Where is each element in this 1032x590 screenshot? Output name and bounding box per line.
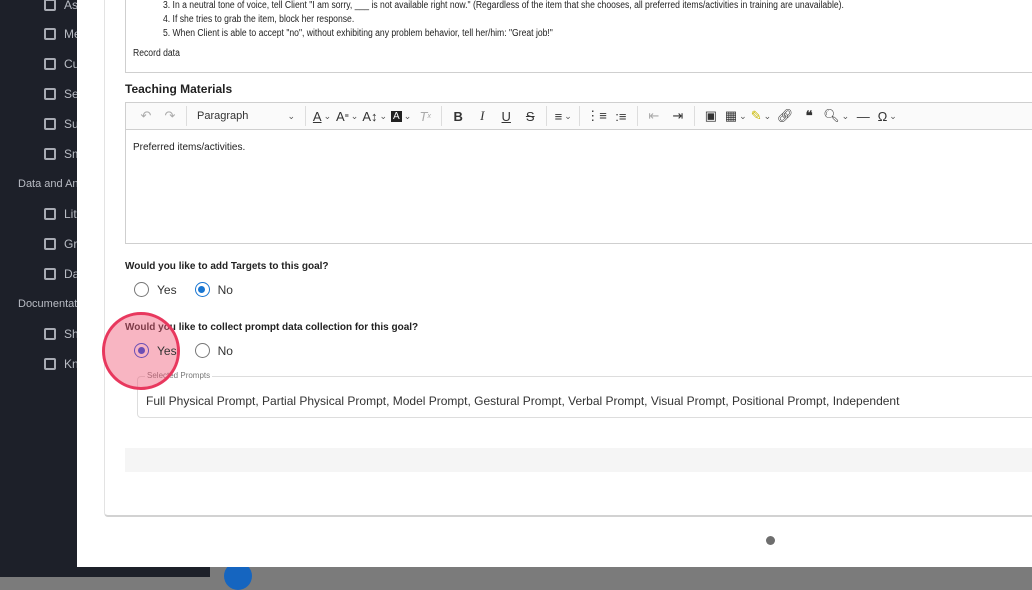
highlight-icon[interactable]: ✎ ⌄: [749, 105, 773, 127]
find-replace-icon[interactable]: 🔍︎ ⌄: [821, 105, 851, 127]
font-color-icon[interactable]: A ⌄: [310, 105, 334, 127]
instruction-line: 5. When Client is able to accept "no", w…: [163, 28, 553, 39]
selected-prompts-label: Selected Prompts: [145, 371, 213, 380]
share-icon: [44, 328, 56, 340]
sidebar-section-data: Data and Ana: [18, 178, 85, 190]
teaching-materials-label: Teaching Materials: [125, 82, 233, 96]
underline-icon[interactable]: U: [494, 105, 518, 127]
selected-prompts-field[interactable]: Selected Prompts Full Physical Prompt, P…: [137, 371, 1032, 418]
sidebar-item-share[interactable]: Sh: [44, 327, 79, 341]
background-color-icon[interactable]: A ⌄: [389, 105, 413, 127]
targets-radio-group: Yes No: [134, 282, 251, 297]
sidebar-item-4[interactable]: Su: [44, 117, 79, 131]
italic-icon[interactable]: I: [470, 105, 494, 127]
prompt-yes-radio[interactable]: Yes: [134, 343, 177, 358]
graph-icon: [44, 238, 56, 250]
sidebar-item-knowledge[interactable]: Kn: [44, 357, 79, 371]
chevron-down-icon: ⌄: [287, 110, 295, 121]
sidebar-item-graph[interactable]: Gr: [44, 237, 77, 251]
paragraph-dropdown[interactable]: Paragraph ⌄: [191, 105, 301, 127]
sidebar-item-3[interactable]: Se: [44, 87, 79, 101]
instructions-box[interactable]: 3. In a neutral tone of voice, tell Clie…: [125, 0, 1032, 73]
knowledge-icon: [44, 358, 56, 370]
pagination-dot[interactable]: [766, 536, 775, 545]
instruction-line: 3. In a neutral tone of voice, tell Clie…: [163, 0, 844, 11]
link-icon[interactable]: 🔗︎: [773, 105, 797, 127]
goal-form-card: [104, 0, 1032, 517]
image-icon[interactable]: ▣: [699, 105, 723, 127]
bulleted-list-icon[interactable]: :≡: [609, 105, 633, 127]
clear-format-icon[interactable]: Tx: [413, 105, 437, 127]
session-icon: [44, 88, 56, 100]
instruction-line: 4. If she tries to grab the item, block …: [163, 14, 355, 25]
selected-prompts-value: Full Physical Prompt, Partial Physical P…: [146, 394, 900, 408]
editor-toolbar: ↶ ↷ Paragraph ⌄ A ⌄ A ≡ ⌄ A↕ ⌄ A ⌄ Tx B I U S …: [125, 102, 1032, 130]
numbered-list-icon[interactable]: ⋮≡: [584, 105, 609, 127]
instruction-record: Record data: [133, 48, 180, 59]
sidebar-section-docs: Documentati: [18, 298, 80, 310]
dashboard-icon: [44, 268, 56, 280]
undo-icon[interactable]: ↶: [134, 105, 158, 127]
prompt-radio-group: Yes No: [134, 343, 251, 358]
align-icon[interactable]: ≡ ⌄: [551, 105, 575, 127]
bold-icon[interactable]: B: [446, 105, 470, 127]
sidebar-item-dashboard[interactable]: Da: [44, 267, 79, 281]
measure-icon: [44, 28, 56, 40]
blockquote-icon[interactable]: ❝: [797, 105, 821, 127]
table-icon[interactable]: ▦ ⌄: [723, 105, 749, 127]
sidebar-item-0[interactable]: As: [44, 0, 78, 12]
horizontal-line-icon[interactable]: —: [851, 105, 875, 127]
targets-question: Would you like to add Targets to this go…: [125, 261, 329, 272]
assessment-icon: [44, 0, 56, 11]
special-characters-icon[interactable]: Ω ⌄: [875, 105, 899, 127]
microphone-icon: [44, 148, 56, 160]
indent-icon[interactable]: ⇥: [666, 105, 690, 127]
redo-icon[interactable]: ↷: [158, 105, 182, 127]
prompt-no-radio[interactable]: No: [194, 343, 233, 358]
teaching-materials-editor[interactable]: Preferred items/activities.: [125, 130, 1032, 244]
sidebar-item-1[interactable]: Me: [44, 27, 81, 41]
targets-yes-radio[interactable]: Yes: [134, 282, 177, 297]
font-size-icon[interactable]: A↕ ⌄: [360, 105, 389, 127]
library-icon: [44, 208, 56, 220]
strikethrough-icon[interactable]: S: [518, 105, 542, 127]
sidebar-item-2[interactable]: Cu: [44, 57, 79, 71]
form-footer-bar: [125, 448, 1032, 472]
font-family-icon[interactable]: A ≡ ⌄: [334, 105, 360, 127]
targets-no-radio[interactable]: No: [194, 282, 233, 297]
curriculum-icon: [44, 58, 56, 70]
prompt-question: Would you like to collect prompt data co…: [125, 322, 419, 333]
goal-modal: 3. In a neutral tone of voice, tell Clie…: [77, 0, 1032, 567]
outdent-icon[interactable]: ⇤: [642, 105, 666, 127]
summary-icon: [44, 118, 56, 130]
sidebar-item-library[interactable]: Lit: [44, 207, 77, 221]
